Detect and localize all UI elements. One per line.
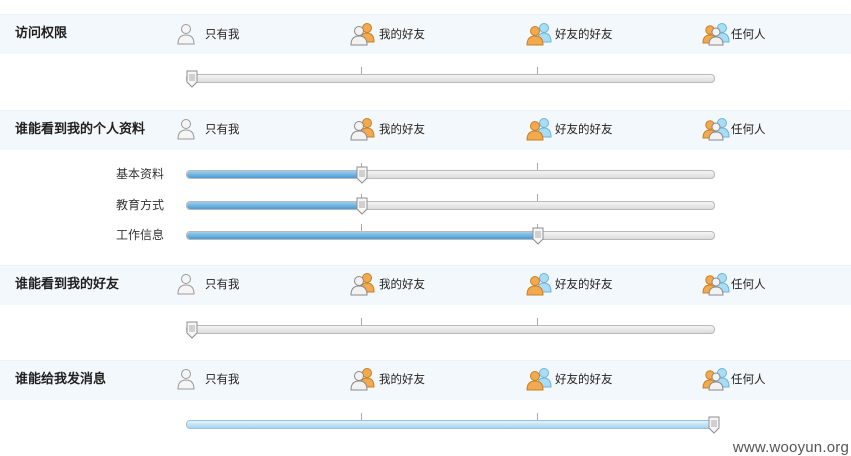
option-label: 任何人 <box>731 277 766 291</box>
everyone-icon <box>702 367 730 391</box>
option-label: 任何人 <box>731 27 766 41</box>
section-title-messages: 谁能给我发消息 <box>15 372 107 387</box>
user-gray-icon <box>176 367 204 391</box>
option-my-friends[interactable]: 我的好友 <box>350 117 425 141</box>
sub-label-basic: 基本资料 <box>115 167 164 181</box>
sub-label-work: 工作信息 <box>115 228 164 242</box>
option-label: 好友的好友 <box>555 122 613 136</box>
option-label: 只有我 <box>205 277 240 291</box>
option-friends-of-friends[interactable]: 好友的好友 <box>526 367 613 391</box>
option-label: 只有我 <box>205 122 240 136</box>
friend-pair-icon <box>350 272 378 296</box>
slider-fill <box>187 421 715 428</box>
section-title-profile: 谁能看到我的个人资料 <box>15 122 146 137</box>
friend-pair-icon <box>350 367 378 391</box>
option-friends-of-friends[interactable]: 好友的好友 <box>526 117 613 141</box>
friends-of-friends-icon <box>526 367 554 391</box>
option-only-me[interactable]: 只有我 <box>176 367 240 391</box>
option-only-me[interactable]: 只有我 <box>176 117 240 141</box>
everyone-icon <box>702 22 730 46</box>
slider-fill <box>187 232 539 239</box>
slider-thumb-messages[interactable] <box>708 416 720 434</box>
friends-of-friends-icon <box>526 22 554 46</box>
option-label: 好友的好友 <box>555 372 613 386</box>
user-gray-icon <box>176 22 204 46</box>
option-my-friends[interactable]: 我的好友 <box>350 272 425 296</box>
option-label: 我的好友 <box>379 277 425 291</box>
option-label: 只有我 <box>205 372 240 386</box>
option-only-me[interactable]: 只有我 <box>176 272 240 296</box>
option-label: 我的好友 <box>379 372 425 386</box>
slider-thumb-friends[interactable] <box>186 321 198 339</box>
option-my-friends[interactable]: 我的好友 <box>350 367 425 391</box>
section-title-access: 访问权限 <box>15 26 68 41</box>
friend-pair-icon <box>350 117 378 141</box>
option-label: 好友的好友 <box>555 277 613 291</box>
everyone-icon <box>702 117 730 141</box>
option-label: 好友的好友 <box>555 27 613 41</box>
watermark: www.wooyun.org <box>732 439 849 456</box>
option-friends-of-friends[interactable]: 好友的好友 <box>526 272 613 296</box>
user-gray-icon <box>176 117 204 141</box>
everyone-icon <box>702 272 730 296</box>
slider-track-friends[interactable] <box>186 325 715 334</box>
slider-thumb-access[interactable] <box>186 70 198 88</box>
user-gray-icon <box>176 272 204 296</box>
option-label: 任何人 <box>731 372 766 386</box>
friends-of-friends-icon <box>526 272 554 296</box>
option-my-friends[interactable]: 我的好友 <box>350 22 425 46</box>
slider-track-work[interactable] <box>186 231 715 240</box>
option-only-me[interactable]: 只有我 <box>176 22 240 46</box>
sub-label-education: 教育方式 <box>115 198 164 212</box>
option-everyone[interactable]: 任何人 <box>702 22 766 46</box>
slider-track-access[interactable] <box>186 74 715 83</box>
slider-track-messages[interactable] <box>186 420 715 429</box>
slider-track-basic[interactable] <box>186 170 715 179</box>
option-label: 任何人 <box>731 122 766 136</box>
slider-fill <box>187 171 363 178</box>
option-everyone[interactable]: 任何人 <box>702 272 766 296</box>
section-title-friends: 谁能看到我的好友 <box>15 277 120 292</box>
option-label: 我的好友 <box>379 122 425 136</box>
option-everyone[interactable]: 任何人 <box>702 367 766 391</box>
option-everyone[interactable]: 任何人 <box>702 117 766 141</box>
slider-thumb-work[interactable] <box>532 227 544 245</box>
option-label: 只有我 <box>205 27 240 41</box>
slider-fill <box>187 202 363 209</box>
slider-thumb-basic[interactable] <box>356 166 368 184</box>
slider-track-education[interactable] <box>186 201 715 210</box>
option-label: 我的好友 <box>379 27 425 41</box>
friend-pair-icon <box>350 22 378 46</box>
friends-of-friends-icon <box>526 117 554 141</box>
option-friends-of-friends[interactable]: 好友的好友 <box>526 22 613 46</box>
slider-thumb-education[interactable] <box>356 197 368 215</box>
